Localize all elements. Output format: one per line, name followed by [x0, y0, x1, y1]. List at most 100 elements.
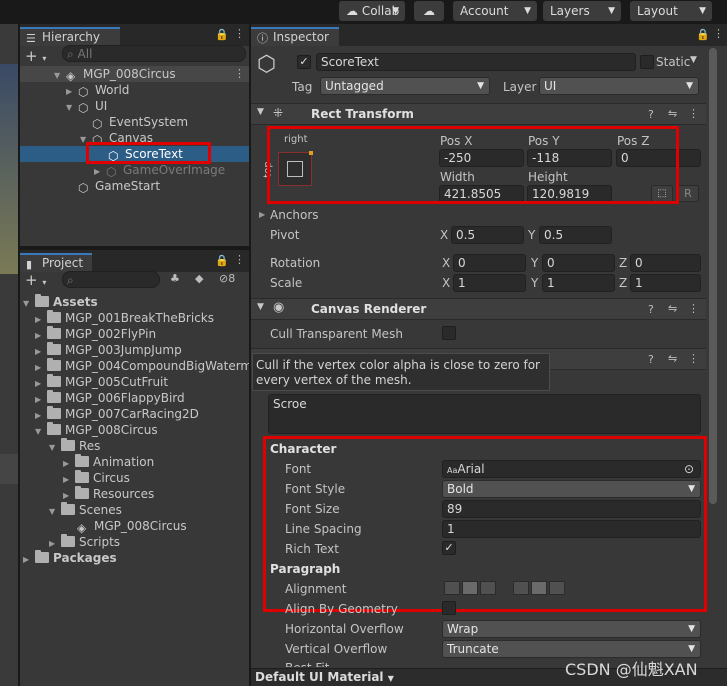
layout-dropdown[interactable]: Layout ▼	[630, 1, 712, 21]
folder-assets[interactable]: ▼ Assets	[23, 294, 98, 310]
tab-inspector[interactable]: ⓘ Inspector	[251, 27, 339, 46]
cloud-services-button[interactable]: ☁	[414, 1, 444, 21]
toolbar: ☁ Collab ▼ ☁ Account ▼ Layers ▼ Layout ▼	[0, 0, 727, 24]
scale-z-field[interactable]: 1	[630, 274, 701, 292]
help-icon[interactable]: ?	[648, 108, 654, 121]
tree-item-world[interactable]: ▶ ⬡ World	[66, 82, 129, 99]
folder-item[interactable]: ▶ MGP_006FlappyBird	[35, 390, 185, 406]
tab-project[interactable]: ▮ Project	[20, 253, 92, 272]
folder-label: MGP_001BreakTheBricks	[65, 311, 214, 325]
lock-icon[interactable]: 🔒	[215, 254, 229, 267]
folder-item[interactable]: ▶ MGP_007CarRacing2D	[35, 406, 199, 422]
tab-hierarchy[interactable]: ☰ Hierarchy	[20, 27, 120, 46]
label-tag-icon[interactable]: ◆	[195, 272, 203, 285]
project-tab-label: Project	[42, 256, 84, 270]
folder-item[interactable]: ▶MGP_004CompoundBigWatermelon	[35, 358, 249, 374]
rotation-z-field[interactable]: 0	[630, 254, 701, 272]
kebab-menu-icon[interactable]: ⋮	[234, 27, 245, 40]
static-checkbox[interactable]	[640, 55, 654, 69]
collab-button[interactable]: ☁ Collab ▼	[339, 1, 405, 21]
raw-edit-button[interactable]: R	[677, 185, 699, 202]
hidden-eye-icon[interactable]: ⊘8	[219, 272, 235, 285]
folder-item[interactable]: ▼ Scenes	[49, 502, 122, 518]
material-preview-dropdown[interactable]: Default UI Material ▼	[255, 670, 394, 684]
folder-item[interactable]: ▶ MGP_005CutFruit	[35, 374, 168, 390]
text-content-area[interactable]: Scroe	[268, 394, 701, 434]
folder-label: MGP_007CarRacing2D	[65, 407, 199, 421]
tree-item-ui[interactable]: ▼ ⬡ UI	[66, 98, 107, 115]
tree-item-gameoverimage[interactable]: ▶ ⬡ GameOverImage	[94, 162, 225, 179]
lock-icon[interactable]: 🔒	[215, 28, 229, 41]
pivot-y-field[interactable]: 0.5	[539, 226, 612, 244]
kebab-menu-icon[interactable]: ⋮	[688, 107, 699, 120]
unity-scene-icon: ◈	[66, 69, 76, 83]
tree-item-eventsystem[interactable]: ⬡ EventSystem	[92, 114, 188, 131]
folder-item[interactable]: ▶ MGP_002FlyPin	[35, 326, 156, 342]
lock-icon[interactable]: 🔒	[696, 28, 710, 41]
create-button[interactable]: + ▾	[25, 271, 46, 289]
component-title: Canvas Renderer	[311, 302, 427, 316]
tree-item-label: MGP_008Circus	[83, 67, 176, 81]
inspector-tabbar: ⓘ Inspector 🔒 ⋮	[251, 24, 727, 46]
collapse-arrow-icon[interactable]: ▼	[257, 107, 264, 117]
scale-y-field[interactable]: 1	[542, 274, 615, 292]
scale-x-field[interactable]: 1	[453, 274, 526, 292]
asset-label: MGP_008Circus	[94, 519, 187, 533]
account-dropdown[interactable]: Account ▼	[453, 1, 537, 21]
folder-packages[interactable]: ▶ Packages	[23, 550, 117, 566]
inspector-scrollbar[interactable]	[709, 48, 717, 504]
object-name-field[interactable]: ScoreText	[316, 53, 636, 71]
project-search-input[interactable]: ⌕	[62, 271, 160, 288]
add-button[interactable]: + ▾	[25, 47, 46, 65]
collapse-arrow-icon[interactable]: ▼	[257, 302, 264, 312]
active-checkbox[interactable]: ✓	[297, 55, 311, 69]
kebab-menu-icon[interactable]: ⋮	[713, 27, 724, 40]
preset-icon[interactable]: ⇋	[668, 352, 677, 365]
rotation-y-field[interactable]: 0	[542, 254, 615, 272]
folder-item[interactable]: ▶ Circus	[63, 470, 130, 486]
folder-item[interactable]: ▶ MGP_003JumpJump	[35, 342, 182, 358]
help-icon[interactable]: ?	[648, 353, 654, 366]
folder-item[interactable]: ▶ Animation	[63, 454, 154, 470]
folder-item[interactable]: ▶ MGP_001BreakTheBricks	[35, 310, 214, 326]
scene-item[interactable]: ▼ ◈ MGP_008Circus	[54, 66, 176, 83]
scene-strip-control[interactable]	[0, 454, 18, 484]
folder-item[interactable]: ▼ MGP_008Circus	[35, 422, 158, 438]
kebab-menu-icon[interactable]: ⋮	[688, 352, 699, 365]
static-dropdown-arrow[interactable]: ▼	[690, 55, 697, 65]
h-overflow-value: Wrap	[447, 622, 479, 636]
cull-transparent-mesh-checkbox[interactable]	[442, 326, 456, 340]
kebab-menu-icon[interactable]: ⋮	[234, 67, 245, 80]
rotation-x-field[interactable]: 0	[453, 254, 526, 272]
align-by-geometry-checkbox[interactable]	[442, 601, 456, 615]
help-icon[interactable]: ?	[648, 303, 654, 316]
hierarchy-search-input[interactable]: ⌕ All	[62, 45, 246, 62]
anchors-foldout[interactable]: Anchors	[270, 208, 319, 222]
preset-icon[interactable]: ⇋	[668, 302, 677, 315]
folder-label: Res	[79, 439, 101, 453]
highlight-box-rect-transform	[267, 126, 679, 204]
layers-dropdown[interactable]: Layers ▼	[543, 1, 621, 21]
scene-asset[interactable]: ◈ MGP_008Circus	[77, 518, 187, 535]
folder-label: Assets	[53, 295, 98, 309]
folder-label: Packages	[53, 551, 117, 565]
gameobject-icon: ⬡	[78, 101, 89, 115]
horizontal-overflow-dropdown[interactable]: Wrap ▼	[442, 620, 701, 638]
canvas-renderer-header[interactable]: ▼ ◉ Canvas Renderer ? ⇋ ⋮	[251, 298, 706, 320]
info-icon: ⓘ	[257, 32, 268, 45]
folder-item[interactable]: ▼ Res	[49, 438, 100, 454]
layout-label: Layout	[637, 4, 678, 18]
preset-icon[interactable]: ⇋	[668, 107, 677, 120]
folder-item[interactable]: ▶ Scripts	[49, 534, 120, 550]
kebab-menu-icon[interactable]: ⋮	[234, 253, 245, 266]
folder-icon	[35, 550, 49, 563]
tree-item-gamestart[interactable]: ⬡ GameStart	[78, 178, 160, 195]
tag-dropdown[interactable]: Untagged ▼	[320, 77, 490, 95]
folder-item[interactable]: ▶ Resources	[63, 486, 154, 502]
pivot-x-field[interactable]: 0.5	[451, 226, 524, 244]
expand-arrow-icon[interactable]: ▶	[259, 210, 265, 219]
layer-dropdown[interactable]: UI ▼	[539, 77, 699, 95]
kebab-menu-icon[interactable]: ⋮	[688, 302, 699, 315]
rect-transform-header[interactable]: ▼ ⁜ Rect Transform ? ⇋ ⋮	[251, 103, 706, 125]
filter-type-icon[interactable]: ♣	[170, 272, 180, 285]
